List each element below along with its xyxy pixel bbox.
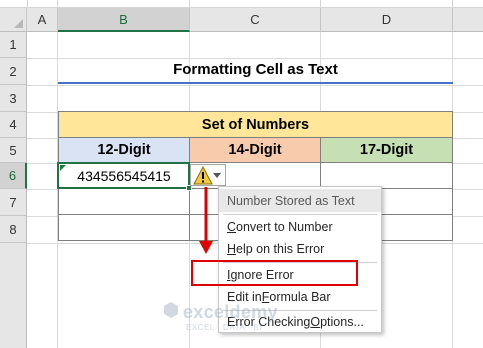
watermark-tagline: EXCEL · DATA · BI <box>186 323 262 332</box>
row-header-4[interactable]: 4 <box>0 112 27 138</box>
dropdown-arrow-icon <box>213 173 221 178</box>
row-header-1[interactable]: 1 <box>0 32 27 58</box>
row-header-7[interactable]: 7 <box>0 189 27 216</box>
column-header-c[interactable]: C <box>190 8 321 32</box>
warning-icon <box>193 166 213 185</box>
column-header-d[interactable]: D <box>321 8 453 32</box>
active-cell-border <box>57 162 190 189</box>
watermark-logo-icon <box>164 302 178 318</box>
column-label-14-digit[interactable]: 14-Digit <box>189 137 321 163</box>
column-header-e-partial[interactable] <box>453 8 483 32</box>
column-header-a[interactable]: A <box>27 8 58 32</box>
column-label-12-digit[interactable]: 12-Digit <box>58 137 190 163</box>
menu-item-help-on-this-error[interactable]: Help on this Error <box>219 238 381 260</box>
watermark-text: exceldemy <box>183 302 278 322</box>
menu-header-number-stored-as-text: Number Stored as Text <box>219 189 381 212</box>
row-header-5[interactable]: 5 <box>0 138 27 163</box>
row-header-2[interactable]: 2 <box>0 58 27 85</box>
cell-d6[interactable] <box>320 162 453 189</box>
error-options-button[interactable] <box>190 164 226 186</box>
row-header-6[interactable]: 6 <box>0 163 27 189</box>
row-header-3[interactable]: 3 <box>0 85 27 112</box>
cell-b8[interactable] <box>58 214 190 241</box>
previous-row-stub <box>0 0 483 8</box>
menu-separator <box>223 214 377 215</box>
row-header-rest <box>0 243 27 348</box>
ignore-error-highlight <box>191 260 358 286</box>
sheet-title[interactable]: Formatting Cell as Text <box>58 57 453 84</box>
column-label-17-digit[interactable]: 17-Digit <box>320 137 453 163</box>
cell-b7[interactable] <box>58 188 190 215</box>
gridline <box>27 85 483 86</box>
menu-item-convert-to-number[interactable]: Convert to Number <box>219 216 381 238</box>
row-header-8[interactable]: 8 <box>0 216 27 243</box>
column-header-b[interactable]: B <box>58 8 190 32</box>
annotation-arrow-icon <box>199 187 213 254</box>
select-all-corner[interactable] <box>0 8 27 32</box>
error-indicator-icon <box>60 165 66 171</box>
table-header-set-of-numbers[interactable]: Set of Numbers <box>58 111 453 138</box>
